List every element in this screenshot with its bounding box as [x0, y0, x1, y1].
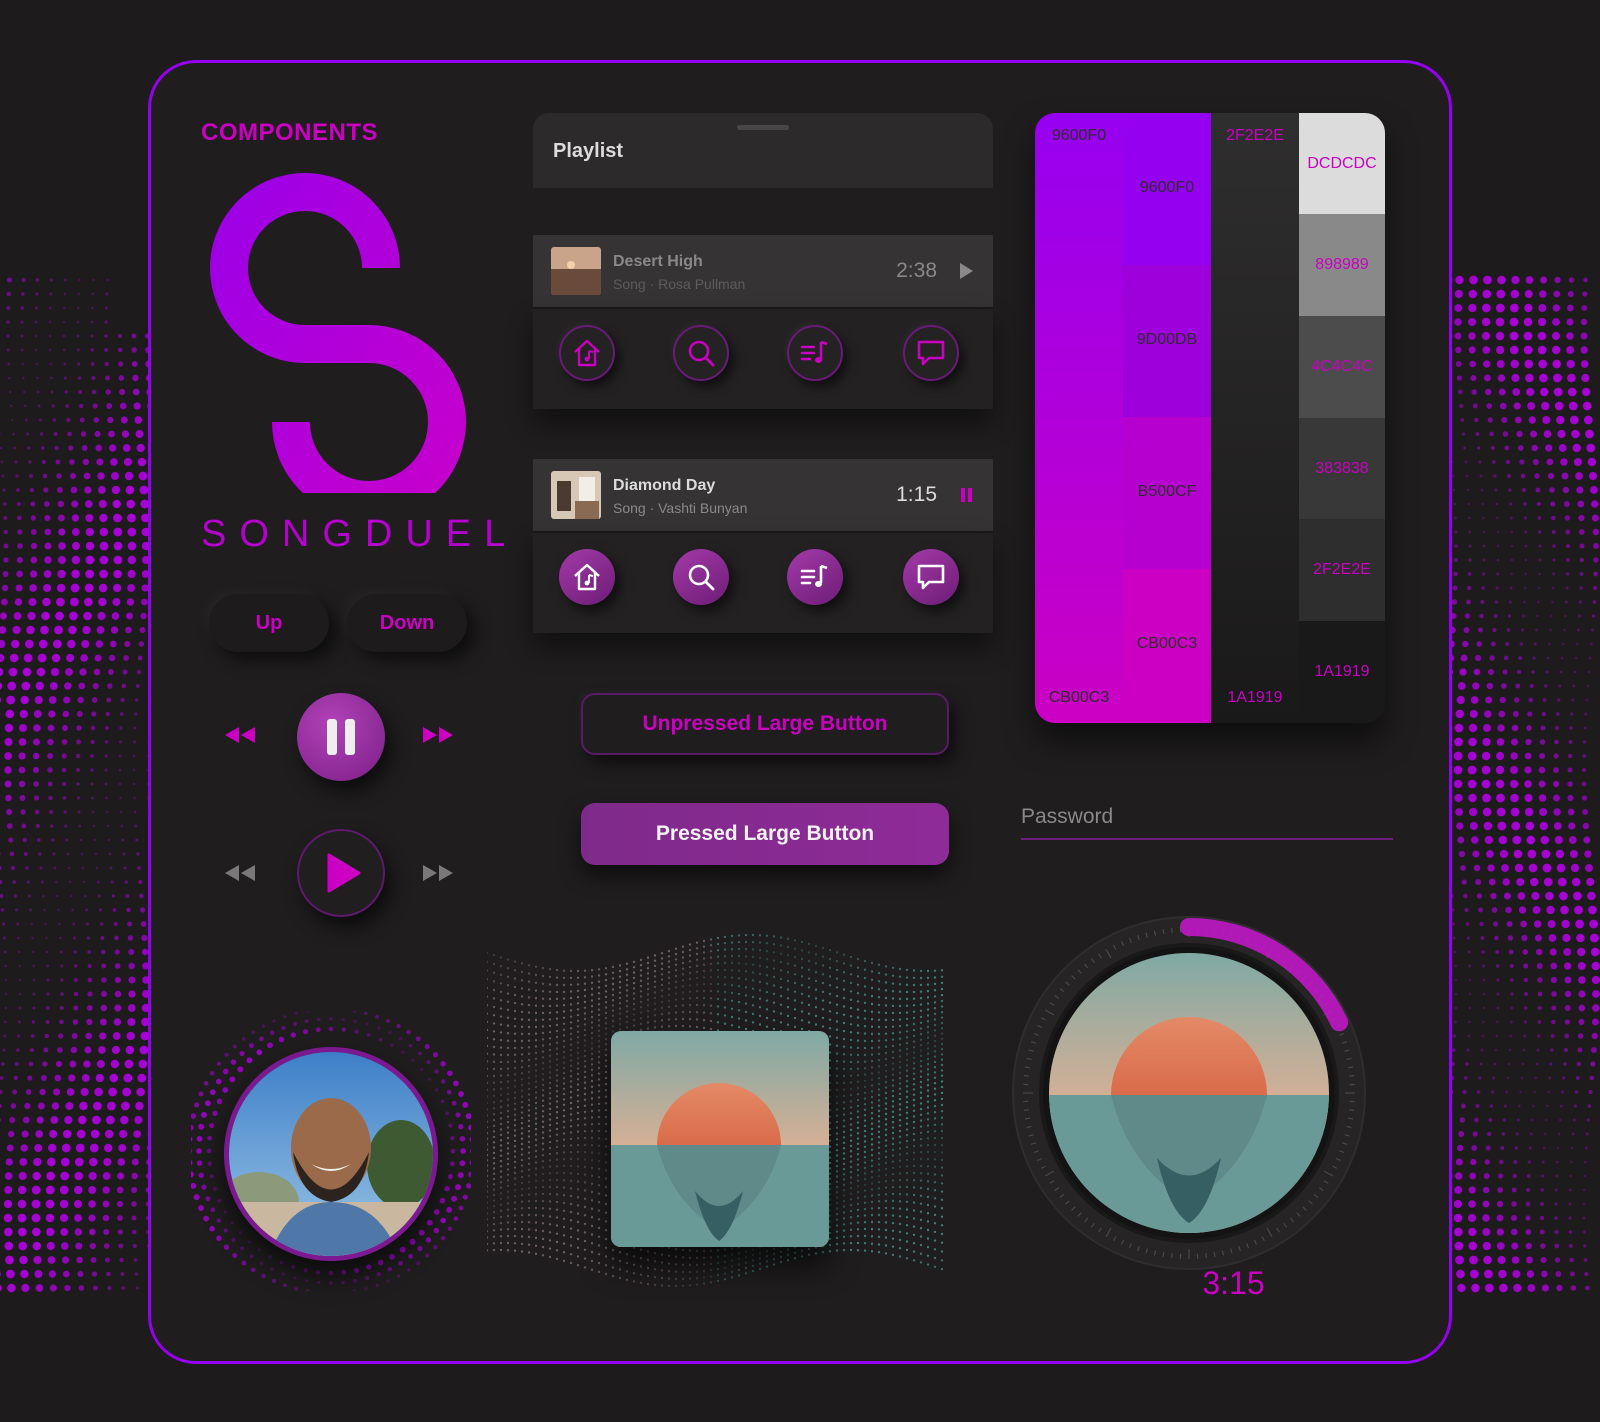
fast-forward-button-inactive[interactable] [421, 863, 455, 888]
page-title: COMPONENTS [201, 119, 379, 146]
palette-purple-swatches: 9600F0 9D00DB B500CF CB00C3 [1123, 113, 1211, 723]
chat-icon [917, 564, 945, 590]
palette-gradient-purple: 9600F0 CB00C3 [1035, 113, 1123, 723]
nav-chat-button[interactable] [903, 549, 959, 605]
album-cover-art [1049, 953, 1329, 1233]
search-icon [688, 340, 715, 367]
home-icon [574, 339, 600, 367]
play-button[interactable] [297, 829, 385, 917]
play-icon [327, 853, 361, 893]
swatch-label: DCDCDC [1307, 155, 1377, 172]
album-art-thumbnail [551, 247, 601, 295]
swatch-label: 9600F0 [1051, 127, 1107, 144]
swatch: 4C4C4C [1299, 316, 1385, 418]
nav-playlist-button[interactable] [787, 549, 843, 605]
rewind-button-inactive[interactable] [223, 863, 257, 888]
playlist-icon [800, 564, 828, 587]
nav-search-button[interactable] [673, 549, 729, 605]
dial-album-art [1049, 953, 1329, 1233]
playlist-icon [800, 340, 828, 363]
swatch: 383838 [1299, 418, 1385, 519]
track-row[interactable]: Desert High Song · Rosa Pullman 2:38 [533, 235, 993, 309]
track-pause-button[interactable] [957, 485, 975, 510]
songduel-logo-icon [210, 173, 466, 493]
unpressed-large-button[interactable]: Unpressed Large Button [581, 693, 949, 755]
track-row-active[interactable]: Diamond Day Song · Vashti Bunyan 1:15 [533, 459, 993, 533]
chat-icon [917, 340, 945, 366]
track-duration: 1:15 [896, 483, 937, 506]
track-title: Diamond Day [613, 477, 716, 494]
password-field[interactable]: Password [1021, 805, 1113, 829]
track-duration: 2:38 [896, 259, 937, 282]
swatch-label: CB00C3 [1048, 689, 1110, 706]
fast-forward-icon [423, 865, 453, 881]
bottom-nav-filled [533, 533, 993, 633]
rewind-icon [225, 865, 255, 881]
drag-handle[interactable] [737, 125, 789, 130]
bottom-nav-outline [533, 309, 993, 409]
nav-playlist-button[interactable] [787, 325, 843, 381]
rewind-button[interactable] [223, 725, 257, 750]
palette-neutral-swatches: DCDCDC 898989 4C4C4C 383838 2F2E2E 1A191… [1299, 113, 1385, 723]
swatch: DCDCDC [1299, 113, 1385, 214]
palette-gradient-dark: 2F2E2E 1A1919 [1211, 113, 1299, 723]
swatch-label: 9600F0 [1139, 179, 1195, 196]
swatch-label: 1A1919 [1227, 689, 1283, 706]
swatch: B500CF [1123, 417, 1211, 569]
down-button[interactable]: Down [347, 594, 467, 652]
rewind-icon [225, 727, 255, 743]
swatch-label: CB00C3 [1136, 635, 1198, 652]
pause-button[interactable] [297, 693, 385, 781]
play-icon [960, 263, 973, 279]
nav-home-button[interactable] [559, 549, 615, 605]
swatch-label: 9D00DB [1136, 331, 1198, 348]
swatch-label: 383838 [1315, 460, 1369, 477]
pause-icon [327, 719, 355, 755]
swatch: CB00C3 [1123, 569, 1211, 723]
swatch: 9600F0 [1123, 113, 1211, 265]
dial-time-display: 3:15 [1202, 1265, 1265, 1301]
swatch-label: 1A1919 [1314, 663, 1370, 680]
search-icon [688, 564, 715, 591]
brand-name: SONGDUEL [201, 513, 519, 555]
nav-chat-button[interactable] [903, 325, 959, 381]
swatch: 898989 [1299, 214, 1385, 316]
swatch-label: B500CF [1137, 483, 1197, 500]
swatch: 9D00DB [1123, 265, 1211, 417]
password-underline [1021, 838, 1393, 840]
nav-search-button[interactable] [673, 325, 729, 381]
album-cover-card[interactable] [611, 1031, 829, 1247]
avatar-photo [229, 1052, 433, 1256]
up-button[interactable]: Up [209, 594, 329, 652]
track-subtitle: Song · Vashti Bunyan [613, 500, 748, 516]
components-board: COMPONENTS SONGDUEL Up Down Playlist Des… [148, 60, 1452, 1364]
swatch-label: 2F2E2E [1226, 127, 1284, 144]
nav-home-button[interactable] [559, 325, 615, 381]
swatch: 1A1919 [1299, 621, 1385, 723]
fast-forward-button[interactable] [421, 725, 455, 750]
album-art-thumbnail [551, 471, 601, 519]
home-icon [574, 563, 600, 591]
swatch: 2F2E2E [1299, 519, 1385, 621]
track-subtitle: Song · Rosa Pullman [613, 276, 746, 292]
track-play-button[interactable] [957, 261, 975, 286]
playlist-title: Playlist [553, 140, 624, 162]
album-cover-art [611, 1031, 829, 1247]
fast-forward-icon [423, 727, 453, 743]
track-title: Desert High [613, 253, 703, 270]
swatch-label: 4C4C4C [1311, 358, 1373, 375]
playlist-sheet-header: Playlist [533, 113, 993, 188]
pressed-large-button[interactable]: Pressed Large Button [581, 803, 949, 865]
swatch-label: 2F2E2E [1313, 561, 1371, 578]
color-palette: 9600F0 CB00C3 9600F0 9D00DB B500CF CB00C… [1035, 113, 1385, 723]
pause-icon [961, 488, 972, 502]
avatar[interactable] [224, 1047, 438, 1261]
swatch-label: 898989 [1315, 256, 1369, 273]
